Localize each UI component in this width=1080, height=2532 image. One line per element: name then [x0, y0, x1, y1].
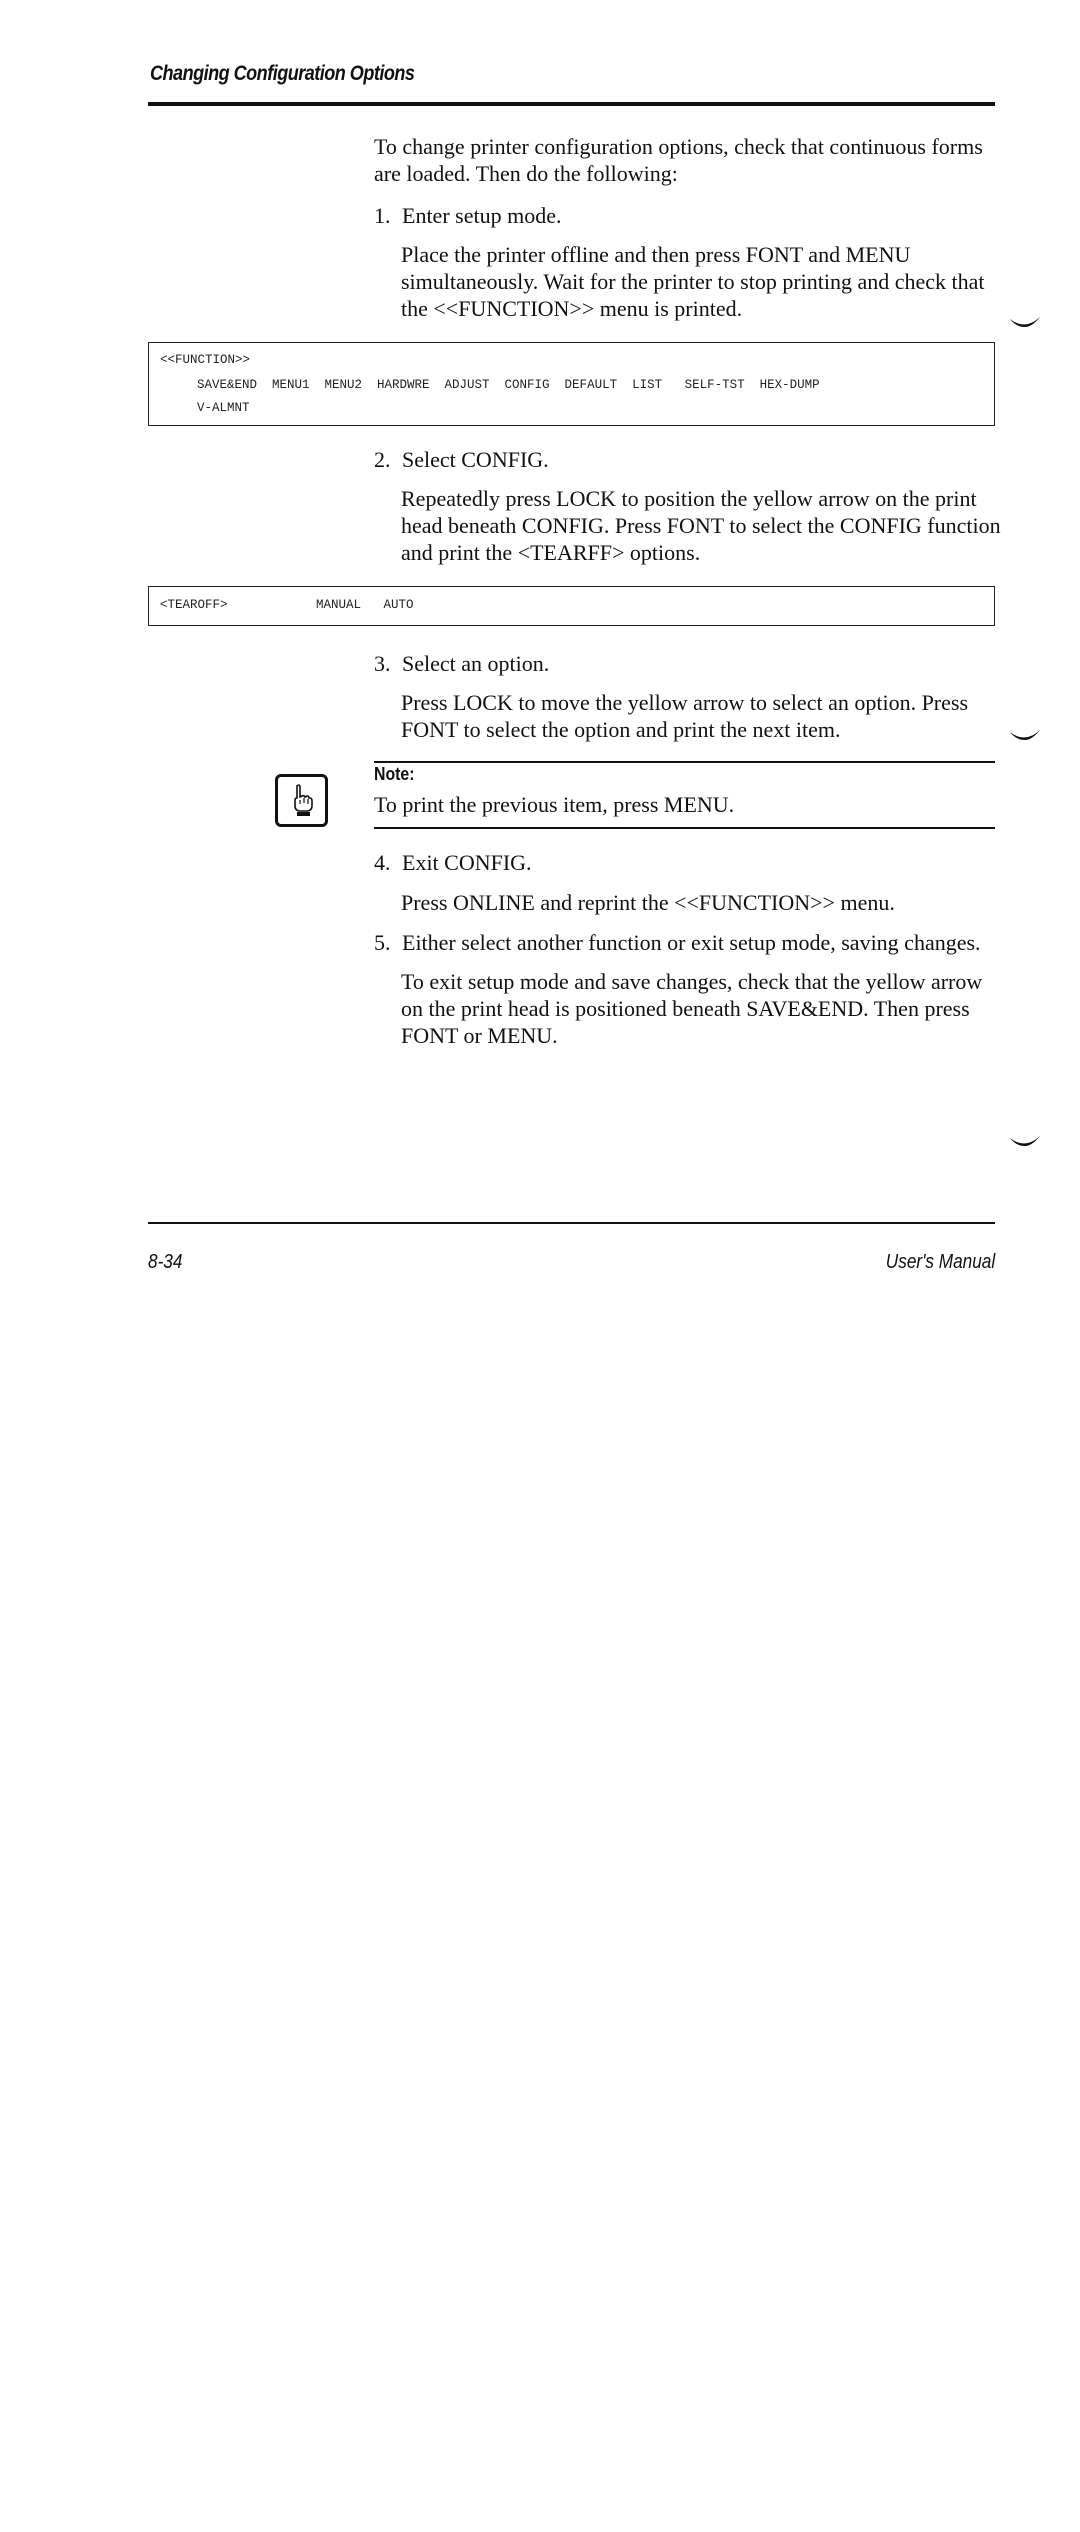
step-title-text: Exit CONFIG. [402, 850, 532, 875]
function-menu-items-continued: V-ALMNT [197, 401, 250, 415]
step-title-text: Enter setup mode. [402, 203, 562, 228]
step-4-body: Press ONLINE and reprint the <<FUNCTION>… [401, 890, 895, 915]
step-title-text: Select an option. [402, 651, 550, 676]
tearoff-options-printout: <TEAROFF> MANUAL AUTO [148, 586, 995, 626]
pointing-hand-icon [293, 783, 313, 816]
note-bottom-rule [374, 827, 995, 829]
step-title-text: Select CONFIG. [402, 447, 549, 472]
function-menu-heading: <<FUNCTION>> [160, 353, 251, 367]
margin-mark-icon [1010, 317, 1040, 327]
note-top-rule [374, 761, 995, 763]
intro-paragraph: To change printer configuration options,… [374, 134, 983, 186]
header-rule [148, 102, 995, 106]
note-text: To print the previous item, press MENU. [374, 792, 735, 817]
step-1-body: Place the printer offline and then press… [401, 242, 985, 321]
margin-mark-icon [1010, 1136, 1040, 1146]
step-2-title: 2. Select CONFIG. [374, 446, 549, 473]
step-number: 1. [374, 203, 391, 228]
note-label: Note: [374, 764, 415, 784]
function-menu-printout: <<FUNCTION>> SAVE&END MENU1 MENU2 HARDWR… [148, 342, 995, 426]
step-1-title: 1. Enter setup mode. [374, 202, 561, 229]
step-number: 4. [374, 850, 391, 875]
step-2-body: Repeatedly press LOCK to position the ye… [401, 486, 1001, 565]
step-4-title: 4. Exit CONFIG. [374, 849, 532, 876]
step-number: 3. [374, 651, 391, 676]
step-3-body: Press LOCK to move the yellow arrow to s… [401, 690, 969, 742]
note-icon-frame [275, 774, 328, 827]
tearoff-heading: <TEAROFF> [160, 598, 228, 612]
footer-rule [148, 1222, 995, 1224]
step-number: 5. [374, 930, 391, 955]
step-5-title: 5. Either select another function or exit… [374, 929, 1014, 956]
manual-title: User's Manual [885, 1251, 995, 1273]
function-menu-items: SAVE&END MENU1 MENU2 HARDWRE ADJUST CONF… [197, 378, 820, 392]
step-title-text: Either select another function or exit s… [402, 930, 981, 955]
page-number: 8-34 [148, 1251, 183, 1273]
margin-mark-icon [1010, 730, 1040, 740]
tearoff-options: MANUAL AUTO [316, 598, 414, 612]
step-3-title: 3. Select an option. [374, 650, 549, 677]
step-number: 2. [374, 447, 391, 472]
step-5-body: To exit setup mode and save changes, che… [401, 969, 983, 1048]
section-title: Changing Configuration Options [150, 62, 415, 85]
